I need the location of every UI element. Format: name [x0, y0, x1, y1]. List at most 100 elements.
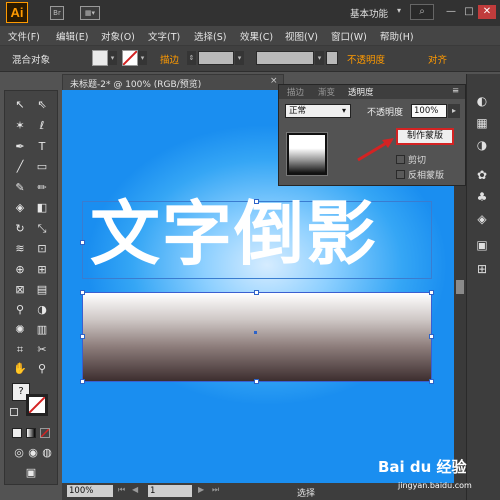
- selection-handle[interactable]: [429, 379, 434, 384]
- stroke-weight-field[interactable]: [198, 51, 234, 65]
- artwork-text[interactable]: 文字倒影: [90, 195, 435, 273]
- color-panel-icon[interactable]: ◐: [472, 92, 492, 110]
- menu-object[interactable]: 对象(O): [101, 29, 135, 43]
- paintbrush-icon[interactable]: ✎: [13, 181, 27, 195]
- rectangle-tool-icon[interactable]: ▭: [35, 160, 49, 174]
- chevron-down-icon[interactable]: ▾: [235, 51, 244, 65]
- appearance-panel-icon[interactable]: ◑: [472, 136, 492, 154]
- default-colors-icon[interactable]: [10, 408, 18, 416]
- make-mask-button[interactable]: 制作蒙版: [396, 128, 454, 145]
- eyedropper-icon[interactable]: ⚲: [13, 303, 27, 317]
- hand-tool-icon[interactable]: ✋: [13, 362, 27, 376]
- type-tool-icon[interactable]: T: [35, 140, 49, 154]
- zoom-tool-icon[interactable]: ⚲: [35, 362, 49, 376]
- magic-wand-icon[interactable]: ✶: [13, 119, 27, 133]
- align-link[interactable]: 对齐: [428, 52, 447, 66]
- pencil-icon[interactable]: ✏: [35, 181, 49, 195]
- none-mode-icon[interactable]: [40, 428, 50, 438]
- selection-handle[interactable]: [429, 290, 434, 295]
- chevron-down-icon[interactable]: ▾: [138, 51, 147, 65]
- zoom-field[interactable]: 100%: [67, 485, 113, 497]
- selection-handle[interactable]: [80, 240, 85, 245]
- maximize-button[interactable]: □: [460, 5, 478, 19]
- selection-tool-icon[interactable]: ↖: [13, 98, 27, 112]
- scrollbar-thumb[interactable]: [456, 280, 464, 294]
- lasso-icon[interactable]: ℓ: [35, 119, 49, 133]
- opacity-field[interactable]: 100%: [411, 104, 447, 118]
- stroke-weight-stepper[interactable]: ⇕: [187, 51, 196, 65]
- tab-gradient[interactable]: 渐变: [318, 86, 335, 98]
- fill-swatch[interactable]: [92, 50, 108, 66]
- layers-panel-icon[interactable]: ◈: [472, 210, 492, 228]
- gradient-tool-icon[interactable]: ▤: [35, 283, 49, 297]
- menu-file[interactable]: 文件(F): [8, 29, 40, 43]
- warp-tool-icon[interactable]: ≋: [13, 242, 27, 256]
- screen-mode-icon[interactable]: ▣: [22, 466, 40, 480]
- menu-edit[interactable]: 编辑(E): [56, 29, 88, 43]
- scale-tool-icon[interactable]: ⤡: [35, 222, 49, 236]
- draw-normal-icon[interactable]: ◎: [12, 446, 26, 460]
- chevron-down-icon[interactable]: ▾: [108, 51, 117, 65]
- panel-menu-icon[interactable]: ≡: [452, 86, 459, 96]
- stroke-link[interactable]: 描边: [160, 52, 179, 66]
- menu-effect[interactable]: 效果(C): [240, 29, 273, 43]
- invert-mask-checkbox[interactable]: [396, 170, 405, 179]
- menu-type[interactable]: 文字(T): [148, 29, 180, 43]
- mesh-tool-icon[interactable]: ⊠: [13, 283, 27, 297]
- draw-inside-icon[interactable]: ◍: [40, 446, 54, 460]
- selection-handle[interactable]: [429, 334, 434, 339]
- menu-help[interactable]: 帮助(H): [380, 29, 414, 43]
- artboards-panel-icon[interactable]: ▣: [472, 236, 492, 254]
- close-button[interactable]: ✕: [478, 5, 496, 19]
- selection-handle[interactable]: [254, 379, 259, 384]
- free-transform-icon[interactable]: ⊡: [35, 242, 49, 256]
- selection-handle[interactable]: [80, 334, 85, 339]
- gradient-mode-icon[interactable]: [26, 428, 36, 438]
- transform-panel-icon[interactable]: ⊞: [472, 260, 492, 278]
- symbols-panel-icon[interactable]: ♣: [472, 188, 492, 206]
- selection-handle[interactable]: [254, 199, 259, 204]
- tab-transparency[interactable]: 透明度: [348, 86, 374, 98]
- tab-stroke[interactable]: 描边: [287, 86, 304, 98]
- previous-page-icon[interactable]: ◀: [132, 485, 138, 494]
- page-field[interactable]: 1: [148, 485, 192, 497]
- bridge-icon[interactable]: Br: [50, 6, 64, 20]
- line-tool-icon[interactable]: ╱: [13, 160, 27, 174]
- column-graph-icon[interactable]: ▥: [35, 323, 49, 337]
- slice-tool-icon[interactable]: ✂: [35, 343, 49, 357]
- blob-brush-icon[interactable]: ◈: [13, 201, 27, 215]
- selection-handle[interactable]: [80, 290, 85, 295]
- brush-field[interactable]: [326, 51, 338, 65]
- next-page-icon[interactable]: ▶: [198, 485, 204, 494]
- stroke-color-icon[interactable]: [26, 394, 48, 416]
- last-page-icon[interactable]: ⏭: [212, 485, 219, 495]
- chevron-down-icon[interactable]: ▾: [342, 106, 346, 115]
- minimize-button[interactable]: —: [442, 5, 460, 19]
- selection-handle[interactable]: [80, 379, 85, 384]
- graphic-styles-icon[interactable]: ✿: [472, 166, 492, 184]
- shape-builder-icon[interactable]: ⊕: [13, 263, 27, 277]
- menu-select[interactable]: 选择(S): [194, 29, 226, 43]
- selection-handle[interactable]: [254, 290, 259, 295]
- chevron-down-icon[interactable]: ▾: [397, 6, 401, 15]
- rotate-tool-icon[interactable]: ↻: [13, 222, 27, 236]
- gradient-rectangle[interactable]: [82, 292, 432, 382]
- swatches-panel-icon[interactable]: ▦: [472, 114, 492, 132]
- opacity-link[interactable]: 不透明度: [347, 52, 385, 66]
- first-page-icon[interactable]: ⏮: [118, 485, 125, 495]
- opacity-dropdown-button[interactable]: ▸: [448, 104, 460, 118]
- blend-tool-icon[interactable]: ◑: [35, 303, 49, 317]
- close-icon[interactable]: ×: [270, 76, 278, 86]
- color-mode-icon[interactable]: [12, 428, 22, 438]
- direct-selection-tool-icon[interactable]: ⇖: [35, 98, 49, 112]
- symbol-sprayer-icon[interactable]: ✺: [13, 323, 27, 337]
- draw-behind-icon[interactable]: ◉: [26, 446, 40, 460]
- pen-tool-icon[interactable]: ✒: [13, 140, 27, 154]
- chevron-down-icon[interactable]: ▾: [315, 51, 324, 65]
- variable-width-field[interactable]: [256, 51, 314, 65]
- menu-window[interactable]: 窗口(W): [331, 29, 367, 43]
- perspective-grid-icon[interactable]: ⊞: [35, 263, 49, 277]
- search-icon[interactable]: ⌕: [410, 4, 434, 20]
- artboard-tool-icon[interactable]: ⌗: [13, 343, 27, 357]
- arrange-documents-icon[interactable]: ▦▾: [80, 6, 100, 20]
